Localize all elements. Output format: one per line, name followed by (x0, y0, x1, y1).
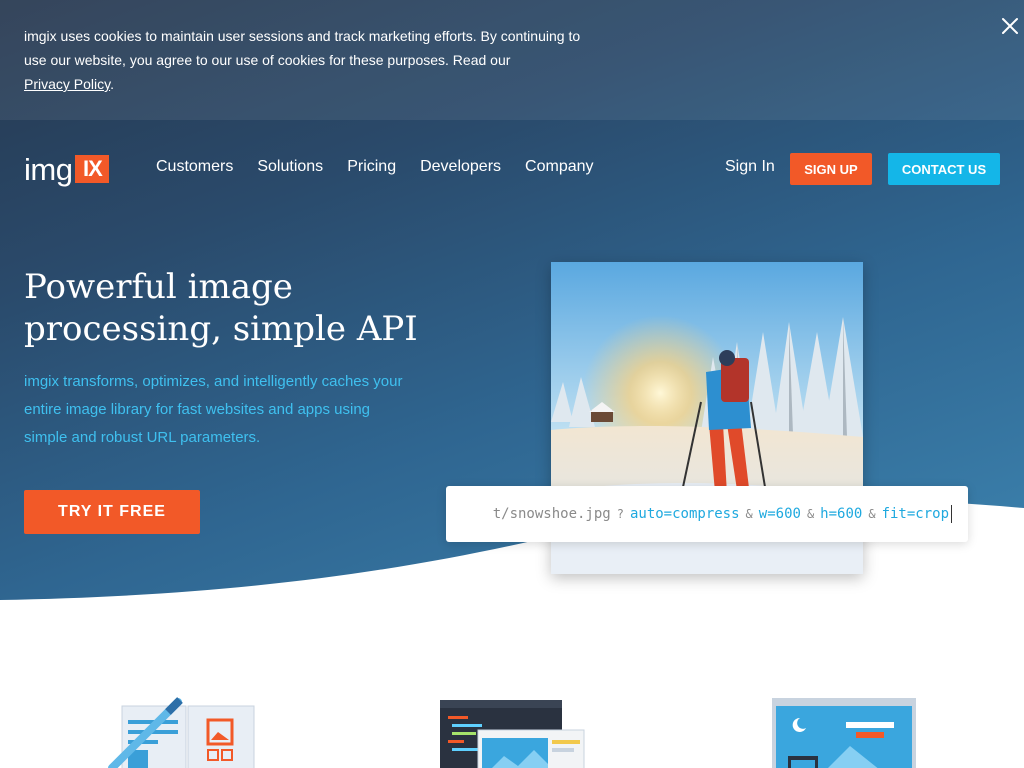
url-amp-1: & (745, 507, 753, 521)
hero-title: Powerful image processing, simple API (24, 267, 418, 349)
nav-link-pricing[interactable]: Pricing (347, 158, 396, 176)
cookie-trailing: . (110, 76, 114, 92)
hero-subtitle: imgix transforms, optimizes, and intelli… (24, 373, 403, 446)
sign-in-link[interactable]: Sign In (725, 158, 775, 176)
url-amp-2: & (806, 507, 815, 521)
logo-badge: IX (75, 155, 110, 183)
sign-up-button[interactable]: SIGN UP (790, 153, 872, 185)
url-param-width: w=600 (758, 506, 801, 522)
features-section (0, 680, 1024, 768)
code-editor-icon (438, 690, 588, 768)
cookie-banner: imgix uses cookies to maintain user sess… (0, 0, 1024, 120)
url-param-height: h=600 (820, 506, 863, 522)
nav-link-company[interactable]: Company (525, 158, 593, 176)
cookie-message: imgix uses cookies to maintain user sess… (24, 28, 581, 68)
cookie-text: imgix uses cookies to maintain user sess… (24, 24, 604, 96)
url-amp-3: & (868, 507, 876, 521)
url-parameter-demo: t/snowshoe.jpg ? auto=compress & w=600 &… (446, 486, 968, 542)
url-param-auto: auto=compress (629, 506, 740, 522)
imgix-logo[interactable]: img IX (24, 151, 110, 187)
try-it-free-button[interactable]: TRY IT FREE (24, 490, 200, 534)
contact-us-button[interactable]: CONTACT US (888, 153, 1000, 185)
url-path: t/snowshoe.jpg (492, 506, 611, 522)
url-query-separator: ? (616, 507, 624, 521)
text-caret (951, 505, 952, 523)
url-text: t/snowshoe.jpg ? auto=compress & w=600 &… (493, 505, 952, 523)
design-tool-icon (108, 690, 258, 768)
privacy-policy-link[interactable]: Privacy Policy (24, 76, 110, 92)
browser-image-icon (770, 690, 920, 768)
logo-wordmark: img (24, 151, 73, 187)
nav-link-developers[interactable]: Developers (420, 158, 501, 176)
nav-link-solutions[interactable]: Solutions (257, 158, 323, 176)
main-nav: img IX Customers Solutions Pricing Devel… (0, 150, 1024, 190)
url-param-fit: fit=crop (881, 506, 949, 522)
nav-link-customers[interactable]: Customers (156, 158, 233, 176)
close-icon[interactable] (998, 14, 1022, 38)
nav-links: Customers Solutions Pricing Developers C… (156, 158, 618, 176)
